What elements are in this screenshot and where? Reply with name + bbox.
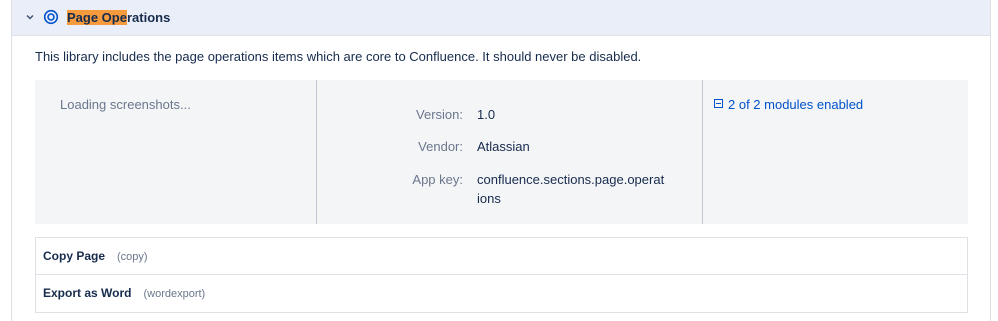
- module-title: Copy Page: [43, 249, 106, 263]
- screenshots-loading: Loading screenshots...: [60, 97, 191, 112]
- vendor-value: Atlassian: [477, 139, 530, 154]
- collapse-icon[interactable]: [714, 99, 723, 108]
- appkey-value-line1: confluence.sections.page.operat: [477, 172, 665, 187]
- plugin-panel: Page Operations This library includes th…: [11, 0, 991, 321]
- module-key: (copy): [117, 251, 148, 263]
- plugin-name[interactable]: Page Operations: [67, 9, 170, 26]
- module-row: Copy Page (copy): [36, 238, 967, 275]
- plugin-header[interactable]: Page Operations: [12, 0, 990, 36]
- module-row: Export as Word (wordexport): [36, 275, 967, 312]
- modules-enabled-text: 2 of 2 modules enabled: [728, 97, 864, 112]
- appkey-value-line2: ions: [477, 191, 501, 206]
- modules-enabled-link[interactable]: 2 of 2 modules enabled: [714, 96, 863, 113]
- vendor-label: Vendor:: [418, 139, 463, 154]
- module-name: Copy Page (copy): [43, 249, 148, 265]
- module-title: Export as Word: [43, 286, 132, 300]
- module-name: Export as Word (wordexport): [43, 286, 205, 302]
- module-key: (wordexport): [143, 288, 206, 300]
- plugin-name-highlight: Page Ope: [67, 10, 127, 25]
- plugin-icon: [43, 9, 59, 25]
- plugin-name-rest: rations: [126, 10, 171, 25]
- column-divider: [316, 80, 317, 224]
- version-label: Version:: [416, 107, 463, 122]
- plugin-description: This library includes the page operation…: [35, 49, 642, 64]
- chevron-down-icon[interactable]: [24, 11, 36, 23]
- plugin-details: Loading screenshots... Version: 1.0 Vend…: [35, 80, 968, 224]
- version-value: 1.0: [477, 107, 496, 122]
- appkey-label: App key:: [412, 172, 463, 187]
- column-divider: [702, 80, 703, 224]
- module-list: Copy Page (copy) Export as Word (wordexpor…: [35, 237, 968, 313]
